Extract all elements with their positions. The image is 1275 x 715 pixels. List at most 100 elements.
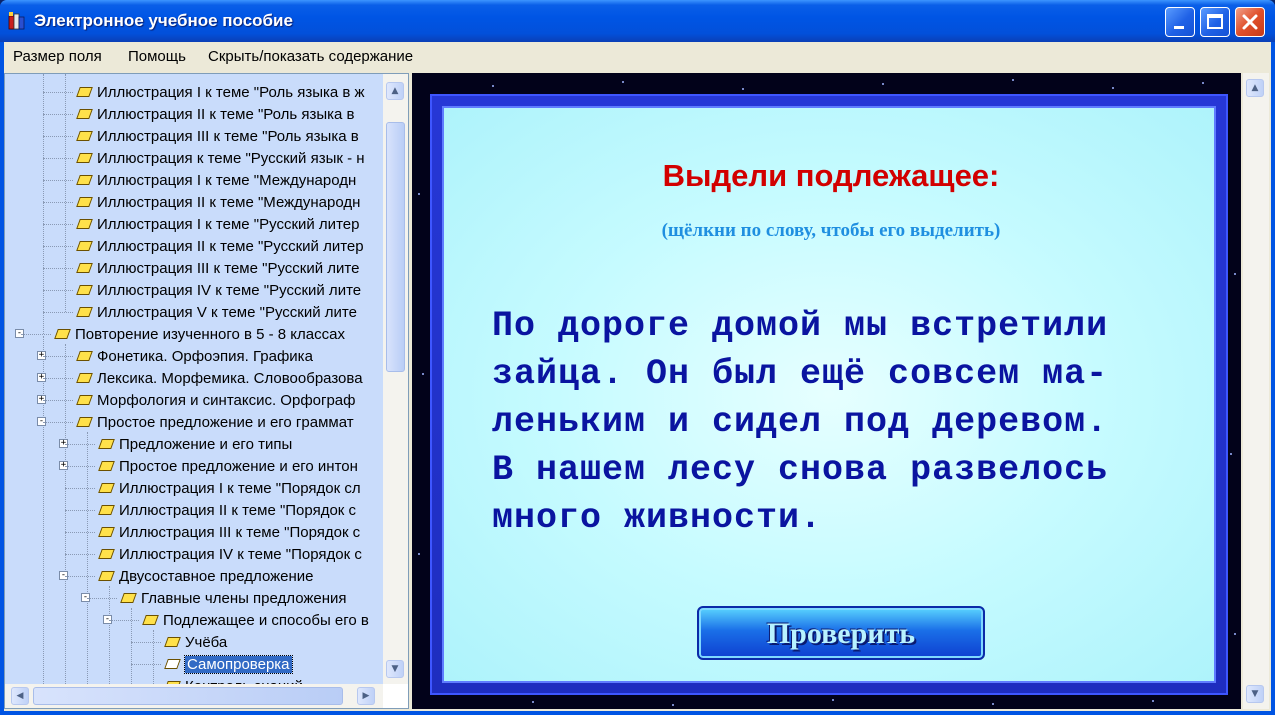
- tree-item[interactable]: Иллюстрация II к теме "Русский литер: [77, 235, 364, 257]
- tree-item[interactable]: Фонетика. Орфоэпия. Графика: [77, 345, 313, 367]
- contents-tree[interactable]: Иллюстрация I к теме "Роль языка в ж Иллю…: [4, 73, 409, 709]
- tree-item[interactable]: Простое предложение и его интон: [99, 455, 358, 477]
- menu-bar: Размер поля Помощь Скрыть/показать содер…: [4, 42, 1271, 73]
- star-dot: [1234, 273, 1236, 275]
- tree-item-label: Лексика. Морфемика. Словообразова: [97, 369, 363, 387]
- tree-guide-line: [43, 268, 73, 269]
- hscroll-thumb[interactable]: [33, 687, 343, 705]
- tree-item[interactable]: Подлежащее и способы его в: [143, 609, 369, 631]
- tree-item[interactable]: Простое предложение и его граммат: [77, 411, 354, 433]
- tree-item[interactable]: Морфология и синтаксис. Орфограф: [77, 389, 356, 411]
- tree-item[interactable]: Иллюстрация III к теме "Роль языка в: [77, 125, 359, 147]
- topic-page-icon: [143, 615, 157, 625]
- content-scroll-down-button[interactable]: ▼: [1246, 685, 1264, 703]
- exercise-line[interactable]: зайца. Он был ещё совсем ма-: [492, 350, 1182, 398]
- tree-item-label: Главные члены предложения: [141, 589, 347, 607]
- minimize-button[interactable]: [1165, 7, 1195, 37]
- tree-item[interactable]: Иллюстрация I к теме "Порядок сл: [99, 477, 361, 499]
- tree-item-label: Подлежащее и способы его в: [163, 611, 369, 629]
- topic-page-icon: [121, 593, 135, 603]
- scroll-up-button[interactable]: ▲: [386, 82, 404, 100]
- tree-item[interactable]: Двусоставное предложение: [99, 565, 314, 587]
- topic-page-icon: [77, 87, 91, 97]
- tree-item[interactable]: Иллюстрация V к теме "Русский лите: [77, 301, 357, 323]
- tree-guide-line: [43, 92, 73, 93]
- exercise-line[interactable]: По дороге домой мы встретили: [492, 302, 1182, 350]
- tree-guide-line: [109, 620, 139, 621]
- tree-guide-line: [43, 378, 73, 379]
- tree-guide-line: [87, 432, 88, 684]
- tree-item[interactable]: Учёба: [165, 631, 227, 653]
- topic-page-icon: [77, 417, 91, 427]
- menu-field-size[interactable]: Размер поля: [13, 48, 102, 65]
- tree-item[interactable]: Иллюстрация III к теме "Русский лите: [77, 257, 359, 279]
- exercise-line[interactable]: много живности.: [492, 494, 1182, 542]
- star-dot: [422, 373, 424, 375]
- tree-item[interactable]: Иллюстрация к теме "Русский язык - н: [77, 147, 365, 169]
- tree-guide-line: [131, 664, 161, 665]
- star-dot: [622, 81, 624, 83]
- exercise-frame: Выдели подлежащее: (щёлкни по слову, что…: [430, 94, 1228, 695]
- tree-guide-line: [43, 180, 73, 181]
- tree-guide-line: [43, 422, 73, 423]
- tree-item[interactable]: Предложение и его типы: [99, 433, 292, 455]
- check-button[interactable]: Проверить: [697, 606, 985, 660]
- tree-item-label: Учёба: [185, 633, 228, 651]
- tree-item[interactable]: Повторение изученного в 5 - 8 классах: [55, 323, 345, 345]
- menu-toggle-contents[interactable]: Скрыть/показать содержание: [208, 48, 413, 65]
- topic-page-icon: [77, 263, 91, 273]
- tree-item[interactable]: Иллюстрация II к теме "Роль языка в: [77, 103, 355, 125]
- tree-item[interactable]: Главные члены предложения: [121, 587, 347, 609]
- tree-item[interactable]: Иллюстрация I к теме "Русский литер: [77, 213, 359, 235]
- topic-page-icon: [77, 109, 91, 119]
- tree-horizontal-scrollbar[interactable]: ◀ ▶: [5, 684, 383, 708]
- tree-item-selected[interactable]: Самопроверка: [165, 653, 293, 675]
- tree-guide-line: [65, 576, 95, 577]
- close-icon: [1242, 14, 1258, 30]
- exercise-line[interactable]: леньким и сидел под деревом.: [492, 398, 1182, 446]
- tree-item[interactable]: Иллюстрация III к теме "Порядок с: [99, 521, 360, 543]
- topic-page-icon: [77, 307, 91, 317]
- tree-vertical-scrollbar[interactable]: ▲ ▼: [383, 74, 408, 684]
- tree-guide-line: [43, 336, 44, 684]
- tree-guide-line: [65, 74, 66, 312]
- topic-page-icon: [77, 175, 91, 185]
- tree-guide-line: [43, 290, 73, 291]
- tree-guide-line: [43, 74, 44, 334]
- maximize-button[interactable]: [1200, 7, 1230, 37]
- tree-item-label: Простое предложение и его интон: [119, 457, 358, 475]
- tree-item-label: Иллюстрация II к теме "Роль языка в: [97, 105, 355, 123]
- content-scroll-up-button[interactable]: ▲: [1246, 79, 1264, 97]
- tree-item[interactable]: Лексика. Морфемика. Словообразова: [77, 367, 363, 389]
- tree-item[interactable]: Иллюстрация I к теме "Международн: [77, 169, 356, 191]
- task-hint: (щёлкни по слову, чтобы его выделить): [661, 220, 1001, 241]
- topic-page-icon: [77, 197, 91, 207]
- topic-page-icon: [99, 505, 113, 515]
- tree-item[interactable]: Иллюстрация II к теме "Порядок с: [99, 499, 356, 521]
- scroll-thumb[interactable]: [386, 122, 405, 372]
- tree-item[interactable]: Контроль знаний: [165, 675, 303, 685]
- tree-guide-line: [87, 598, 117, 599]
- topic-page-icon: [77, 219, 91, 229]
- scroll-right-button[interactable]: ▶: [357, 687, 375, 705]
- exercise-line[interactable]: В нашем лесу снова развелось: [492, 446, 1182, 494]
- star-dot: [672, 704, 674, 706]
- tree-item-label: Иллюстрация IV к теме "Порядок с: [119, 545, 362, 563]
- tree-item[interactable]: Иллюстрация II к теме "Международн: [77, 191, 360, 213]
- menu-help[interactable]: Помощь: [128, 48, 186, 65]
- star-dot: [992, 703, 994, 705]
- title-bar[interactable]: Электронное учебное пособие: [0, 0, 1275, 42]
- tree-item[interactable]: Иллюстрация I к теме "Роль языка в ж: [77, 81, 365, 103]
- content-vertical-scrollbar[interactable]: ▲ ▼: [1243, 73, 1269, 709]
- star-dot: [1112, 87, 1114, 89]
- tree-guide-line: [43, 202, 73, 203]
- scroll-left-button[interactable]: ◀: [11, 687, 29, 705]
- scroll-down-button[interactable]: ▼: [386, 660, 404, 678]
- tree-item[interactable]: Иллюстрация IV к теме "Русский лите: [77, 279, 361, 301]
- star-dot: [532, 701, 534, 703]
- close-button[interactable]: [1235, 7, 1265, 37]
- tree-item-label: Иллюстрация III к теме "Роль языка в: [97, 127, 359, 145]
- tree-item-label: Иллюстрация к теме "Русский язык - н: [97, 149, 365, 167]
- tree-guide-line: [65, 554, 95, 555]
- tree-item[interactable]: Иллюстрация IV к теме "Порядок с: [99, 543, 362, 565]
